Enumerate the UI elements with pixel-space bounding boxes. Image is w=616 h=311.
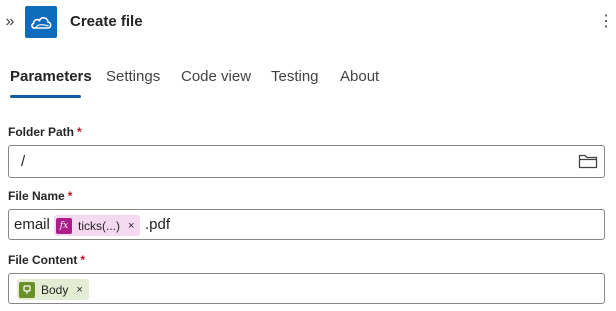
tab-bar: Parameters Settings Code view Testing Ab… xyxy=(0,62,616,102)
onedrive-connector-icon xyxy=(25,6,57,38)
function-icon: fx xyxy=(56,217,72,234)
remove-token-icon[interactable]: × xyxy=(76,283,82,297)
expression-token-label: ticks(...) xyxy=(78,218,120,233)
required-marker: * xyxy=(80,253,85,267)
remove-token-icon[interactable]: × xyxy=(128,219,134,233)
expression-token[interactable]: fx ticks(...) × xyxy=(54,215,141,236)
dynamic-content-token[interactable]: Body × xyxy=(17,279,89,300)
active-tab-indicator xyxy=(10,95,81,98)
tab-code-view[interactable]: Code view xyxy=(181,68,251,86)
folder-path-label: Folder Path * xyxy=(8,125,82,139)
file-content-input[interactable]: Body × xyxy=(8,273,605,304)
file-name-input[interactable]: email fx ticks(...) × .pdf xyxy=(8,209,605,240)
folder-path-input[interactable]: / xyxy=(8,145,605,178)
file-name-label: File Name * xyxy=(8,189,73,203)
tab-parameters[interactable]: Parameters xyxy=(10,68,92,86)
trigger-icon xyxy=(19,281,35,298)
required-marker: * xyxy=(77,125,82,139)
file-name-prefix: email xyxy=(14,216,50,233)
file-content-label: File Content * xyxy=(8,253,85,267)
panel-header: » Create file ⋮ xyxy=(0,0,616,44)
tab-settings[interactable]: Settings xyxy=(106,68,160,86)
folder-icon[interactable] xyxy=(578,152,598,170)
required-marker: * xyxy=(67,189,73,203)
dynamic-content-token-label: Body xyxy=(41,282,69,297)
panel-title: Create file xyxy=(70,13,143,30)
collapse-panel-icon[interactable]: » xyxy=(3,12,17,32)
tab-testing[interactable]: Testing xyxy=(271,68,319,86)
file-name-suffix: .pdf xyxy=(145,216,171,233)
folder-path-value: / xyxy=(21,153,26,170)
tab-about[interactable]: About xyxy=(340,68,379,86)
more-options-icon[interactable]: ⋮ xyxy=(598,12,614,32)
